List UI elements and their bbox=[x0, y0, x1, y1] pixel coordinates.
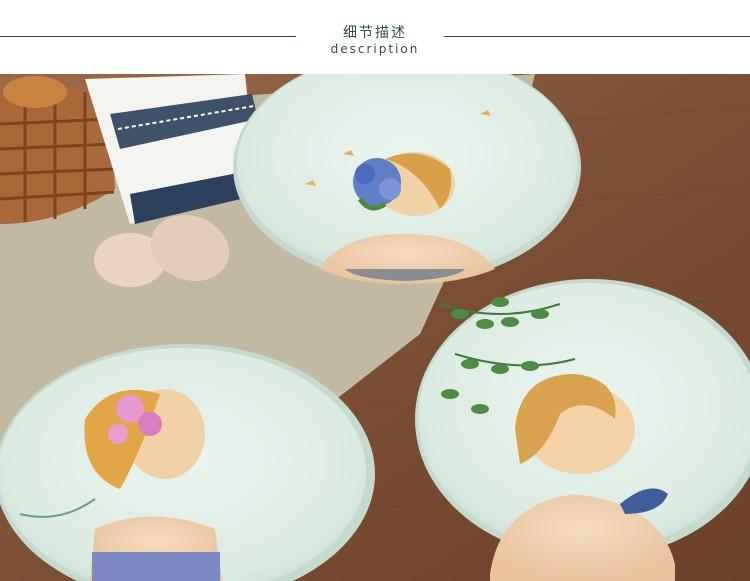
section-header: 细节描述 description bbox=[0, 0, 750, 74]
section-title-english: description bbox=[330, 42, 420, 56]
product-photo bbox=[0, 74, 750, 581]
section-title-chinese: 细节描述 bbox=[343, 25, 407, 41]
